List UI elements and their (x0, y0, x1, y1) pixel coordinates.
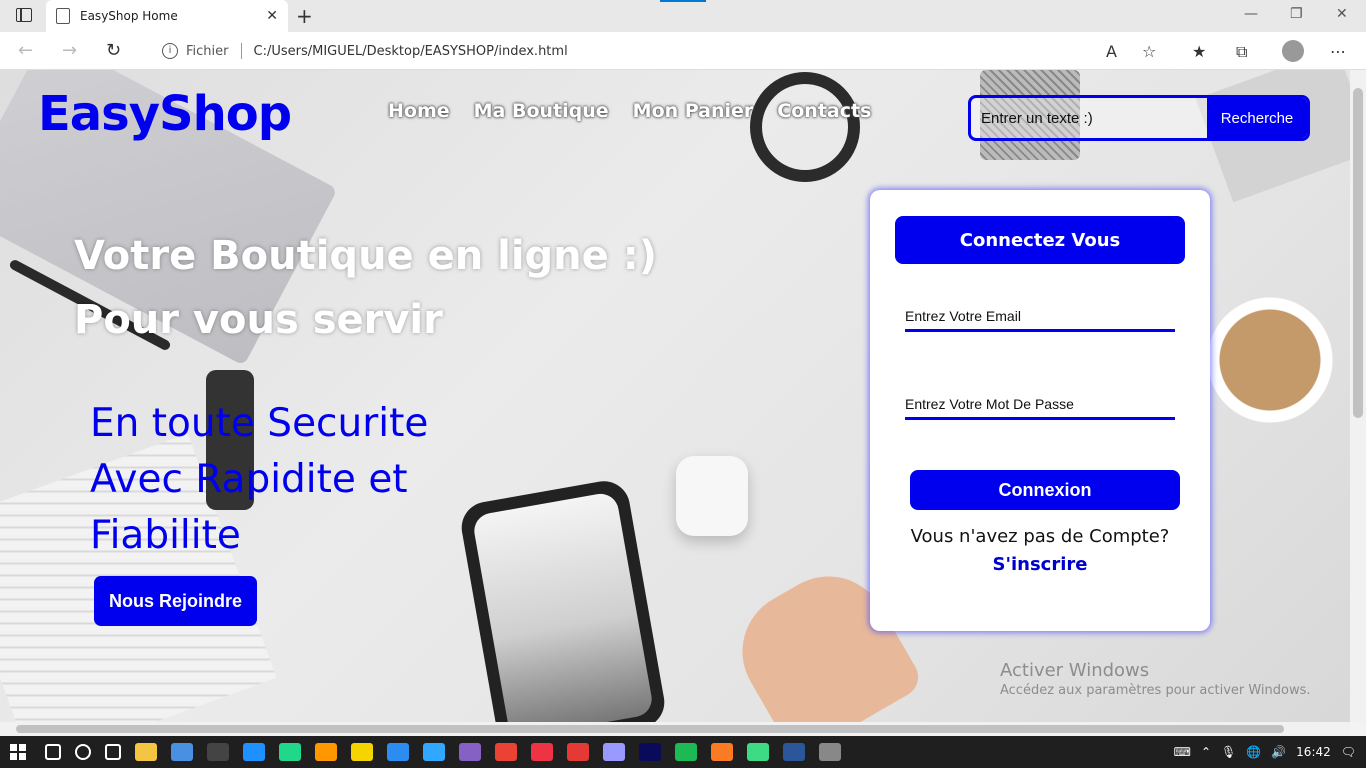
hero-sub-1: En toute Securite (90, 401, 429, 446)
add-favorite-icon[interactable]: ☆ (1142, 42, 1156, 61)
new-tab-button[interactable]: + (296, 4, 313, 28)
hero-subtitle: En toute Securite Avec Rapidite et Fiabi… (90, 396, 490, 564)
tab-easyshop[interactable]: EasyShop Home ✕ (46, 0, 288, 32)
horizontal-scrollbar[interactable] (0, 722, 1350, 736)
vscode-icon[interactable] (387, 743, 409, 761)
search-bar: Recherche (968, 95, 1310, 141)
tab-actions-icon[interactable] (16, 8, 32, 22)
page-viewport: EasyShop Home Ma Boutique Mon Panier Con… (0, 70, 1350, 722)
vertical-scrollbar[interactable] (1350, 70, 1366, 722)
clock[interactable]: 16:42 (1296, 745, 1331, 759)
profile-avatar[interactable] (1282, 40, 1304, 62)
login-card: Connectez Vous Connexion Vous n'avez pas… (870, 190, 1210, 631)
store-icon[interactable] (171, 743, 193, 761)
connexion-button[interactable]: Connexion (910, 470, 1180, 510)
notifications-icon[interactable]: 🗨 (1341, 745, 1356, 759)
activate-windows-watermark: Activer Windows Accédez aux paramètres p… (1000, 660, 1311, 698)
address-bar-row: ← → ↻ i Fichier C:/Users/MIGUEL/Desktop/… (0, 32, 1366, 70)
android-studio-icon[interactable] (747, 743, 769, 761)
close-window-button[interactable]: ✕ (1336, 6, 1348, 22)
airpods-decoration (676, 456, 748, 536)
login-title: Connectez Vous (895, 216, 1185, 264)
main-nav: Home Ma Boutique Mon Panier Contacts (388, 100, 871, 122)
windows-start-icon[interactable] (10, 744, 26, 760)
tab-bar: EasyShop Home ✕ + — ❐ ✕ (0, 0, 1366, 32)
window-accent (660, 0, 706, 2)
reload-icon[interactable]: ↻ (106, 40, 121, 61)
url-text[interactable]: C:/Users/MIGUEL/Desktop/EASYSHOP/index.h… (254, 44, 568, 59)
tab-close-icon[interactable]: ✕ (266, 8, 278, 24)
animate-icon[interactable] (639, 743, 661, 761)
no-account-text: Vous n'avez pas de Compte? (910, 526, 1170, 547)
edge-icon[interactable] (243, 743, 265, 761)
chevron-up-icon[interactable]: ⌃ (1201, 745, 1211, 759)
terminal-icon[interactable] (207, 743, 229, 761)
signup-link[interactable]: S'inscrire (870, 554, 1210, 575)
word-icon[interactable] (783, 743, 805, 761)
password-field[interactable] (905, 390, 1175, 420)
network-icon[interactable]: 🌐 (1246, 745, 1261, 759)
activate-subtitle: Accédez aux paramètres pour activer Wind… (1000, 683, 1311, 698)
join-button[interactable]: Nous Rejoindre (94, 576, 257, 626)
cortana-icon[interactable] (75, 744, 91, 760)
back-icon[interactable]: ← (18, 40, 33, 61)
minimize-button[interactable]: — (1244, 6, 1258, 22)
app3-icon[interactable] (819, 743, 841, 761)
taskbar: ⌨ ⌃ 🎙 🌐 🔊 16:42 🗨 (0, 736, 1366, 768)
url-field[interactable]: i Fichier C:/Users/MIGUEL/Desktop/EASYSH… (146, 36, 1176, 66)
file-explorer-icon[interactable] (135, 743, 157, 761)
vertical-scroll-thumb[interactable] (1353, 88, 1363, 418)
nav-home[interactable]: Home (388, 100, 450, 122)
activate-title: Activer Windows (1000, 660, 1150, 681)
tab-title: EasyShop Home (80, 9, 178, 23)
spotify-icon[interactable] (675, 743, 697, 761)
search-input[interactable] (971, 98, 1207, 138)
more-icon[interactable]: ⋯ (1330, 42, 1346, 61)
favorites-icon[interactable]: ★ (1192, 42, 1206, 61)
app-icon[interactable] (351, 743, 373, 761)
hero-sub-3: Fiabilite (90, 513, 241, 558)
search-button[interactable]: Recherche (1207, 98, 1307, 138)
system-tray: ⌨ ⌃ 🎙 🌐 🔊 16:42 🗨 (1174, 736, 1356, 768)
search-icon[interactable] (45, 744, 61, 760)
photoshop-icon[interactable] (423, 743, 445, 761)
record-icon[interactable] (567, 743, 589, 761)
nav-contacts[interactable]: Contacts (777, 100, 871, 122)
email-field[interactable] (905, 302, 1175, 332)
horizontal-scroll-thumb[interactable] (16, 725, 1284, 733)
keyboard-icon[interactable]: ⌨ (1174, 745, 1191, 759)
scissors-decoration (750, 72, 860, 182)
task-view-icon[interactable] (105, 744, 121, 760)
collections-icon[interactable]: ⧉ (1236, 42, 1247, 62)
premiere-icon[interactable] (603, 743, 625, 761)
url-scheme-label: Fichier (186, 43, 229, 59)
volume-icon[interactable]: 🔊 (1271, 745, 1286, 759)
hero-sub-2: Avec Rapidite et (90, 457, 408, 502)
nav-ma-boutique[interactable]: Ma Boutique (474, 100, 609, 122)
chrome-icon[interactable] (495, 743, 517, 761)
page-icon (56, 8, 70, 24)
info-icon[interactable]: i (162, 43, 178, 59)
forward-icon[interactable]: → (62, 40, 77, 61)
pycharm-icon[interactable] (279, 743, 301, 761)
hero-line-1: Votre Boutique en ligne :) (74, 233, 657, 279)
hero-title: Votre Boutique en ligne :) Pour vous ser… (74, 224, 657, 352)
mic-icon[interactable]: 🎙 (1221, 745, 1236, 759)
brand-logo[interactable]: EasyShop (38, 86, 292, 142)
url-separator (240, 43, 242, 59)
xampp-icon[interactable] (711, 743, 733, 761)
app2-icon[interactable] (531, 743, 553, 761)
nav-mon-panier[interactable]: Mon Panier (633, 100, 754, 122)
read-aloud-icon[interactable]: A (1106, 42, 1117, 61)
visual-studio-icon[interactable] (459, 743, 481, 761)
sublime-icon[interactable] (315, 743, 337, 761)
restore-button[interactable]: ❐ (1290, 6, 1303, 22)
hero-line-2: Pour vous servir (74, 297, 443, 343)
